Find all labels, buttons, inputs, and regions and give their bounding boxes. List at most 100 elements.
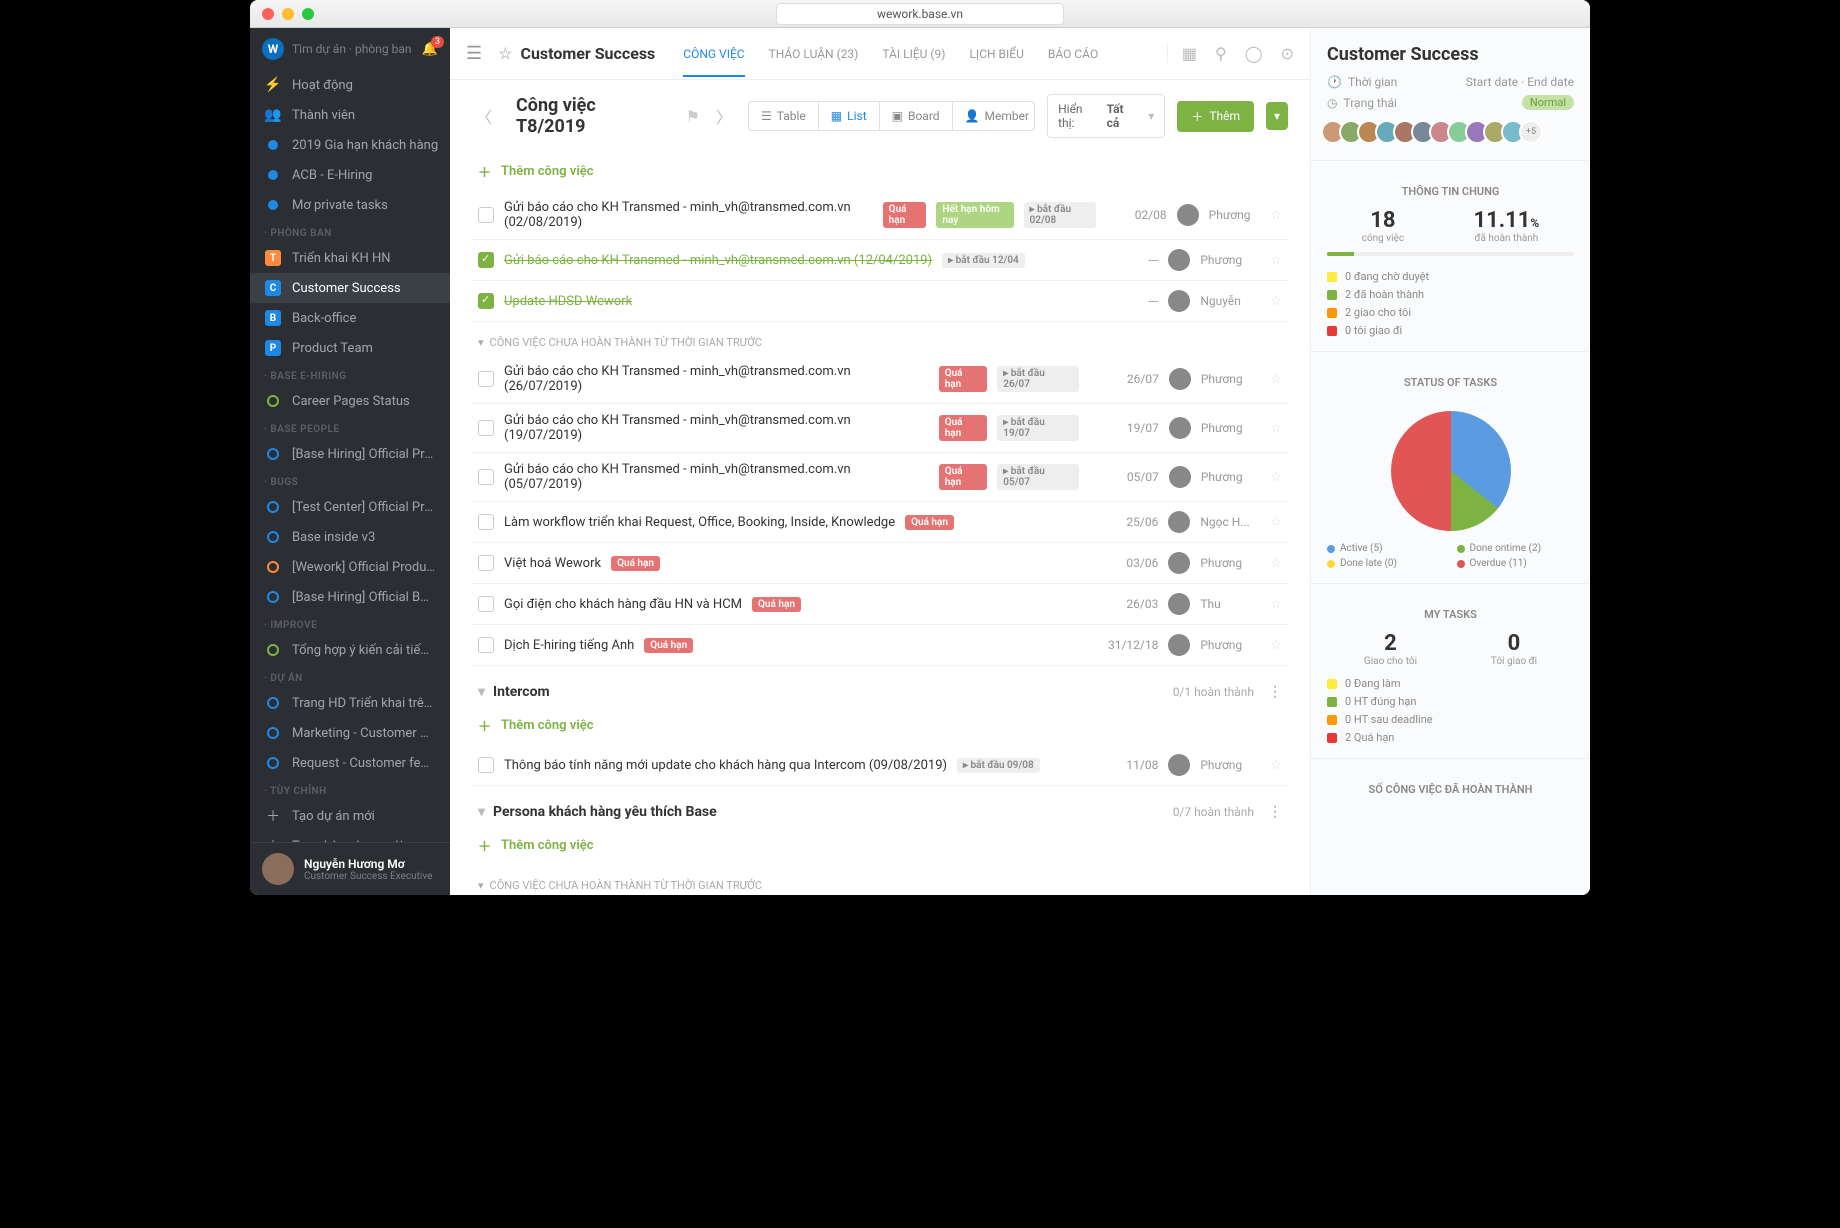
pie-legend-item: Done late (0) (1327, 558, 1445, 569)
header-tab[interactable]: TÀI LIỆU (9) (882, 31, 945, 77)
task-tag: Quá hạn (939, 464, 988, 490)
star-icon[interactable]: ☆ (1270, 421, 1282, 436)
app-logo[interactable]: W (262, 38, 284, 60)
sidebar-item[interactable]: 👥Thành viên (250, 100, 450, 130)
sidebar-item[interactable]: [Base Hiring] Official Produ... (250, 439, 450, 469)
sidebar-item[interactable]: ACB - E-Hiring (250, 160, 450, 190)
overdue-section-header: ▾ CÔNG VIỆC CHƯA HOÀN THÀNH TỪ THỜI GIAN… (472, 322, 1288, 355)
task-row[interactable]: Gửi báo cáo cho KH Transmed - minh_vh@tr… (472, 453, 1288, 502)
star-icon[interactable]: ☆ (1270, 597, 1282, 612)
sidebar-item[interactable]: ＋Tạo dự án mới (250, 801, 450, 831)
apps-icon[interactable]: ▦ (1167, 44, 1197, 63)
task-group-header[interactable]: ▾Persona khách hàng yêu thích Base0/7 ho… (472, 786, 1288, 826)
task-checkbox[interactable] (478, 371, 494, 387)
star-icon[interactable]: ☆ (1270, 253, 1282, 268)
task-checkbox[interactable] (478, 207, 494, 223)
location-icon[interactable]: ⊙ (1281, 44, 1294, 63)
task-row[interactable]: Gửi báo cáo cho KH Transmed - minh_vh@tr… (472, 240, 1288, 281)
add-dropdown-button[interactable]: ▾ (1266, 102, 1288, 130)
status-tasks-title: STATUS OF TASKS (1327, 366, 1574, 399)
help-icon[interactable]: ◯ (1245, 44, 1263, 63)
star-icon[interactable]: ☆ (1270, 294, 1282, 309)
task-row[interactable]: Gửi báo cáo cho KH Transmed - minh_vh@tr… (472, 191, 1288, 240)
prev-period-button[interactable]: 〈 (472, 100, 496, 132)
filter-dropdown[interactable]: Hiển thị: Tất cả ▾ (1047, 94, 1165, 138)
sidebar-item[interactable]: Base inside v3 (250, 522, 450, 552)
sidebar-item[interactable]: [Base Hiring] Official Bug H... (250, 582, 450, 612)
task-date: 25/06 (1088, 515, 1158, 529)
star-icon[interactable]: ☆ (1270, 556, 1282, 571)
task-checkbox[interactable] (478, 757, 494, 773)
flag-icon[interactable]: ⚑ (686, 107, 700, 126)
view-member[interactable]: 👤Member (953, 102, 1036, 130)
sidebar-item[interactable]: BBack-office (250, 303, 450, 333)
star-icon[interactable]: ☆ (1270, 638, 1282, 653)
task-row[interactable]: Việt hoá WeworkQuá hạn03/06Phương☆ (472, 543, 1288, 584)
next-period-button[interactable]: 〉 (712, 100, 736, 132)
add-task-button[interactable]: ＋Thêm công việc (472, 152, 1288, 191)
task-row[interactable]: Làm workflow triển khai Request, Office,… (472, 502, 1288, 543)
sidebar-item[interactable]: Marketing - Customer Succ... (250, 718, 450, 748)
task-row[interactable]: Gửi báo cáo cho KH Transmed - minh_vh@tr… (472, 404, 1288, 453)
sidebar-user[interactable]: Nguyễn Hương Mơ Customer Success Executi… (250, 842, 450, 895)
assignee-name: Phương (1200, 638, 1260, 652)
search-icon[interactable]: ⚲ (1215, 44, 1227, 63)
more-members[interactable]: +5 (1519, 120, 1543, 144)
maximize-window-icon[interactable] (302, 8, 314, 20)
sidebar-item[interactable]: Tổng hợp ý kiến cải tiến Ba... (250, 635, 450, 665)
header-tab[interactable]: THẢO LUẬN (23) (769, 31, 859, 77)
sidebar-item[interactable]: Mơ private tasks (250, 190, 450, 220)
task-checkbox[interactable] (478, 596, 494, 612)
task-checkbox[interactable] (478, 252, 494, 268)
star-icon[interactable]: ☆ (1270, 372, 1282, 387)
star-icon[interactable]: ☆ (1270, 208, 1282, 223)
header-tab[interactable]: LỊCH BIỂU (969, 31, 1023, 77)
star-icon[interactable]: ☆ (1270, 758, 1282, 773)
task-checkbox[interactable] (478, 469, 494, 485)
minimize-window-icon[interactable] (282, 8, 294, 20)
more-icon[interactable]: ⋮ (1268, 684, 1282, 700)
sidebar-search[interactable]: Tìm dự án · phòng ban (292, 42, 414, 56)
add-task-button[interactable]: ＋Thêm công việc (472, 706, 1288, 745)
task-row[interactable]: Thông báo tính năng mới update cho khách… (472, 745, 1288, 786)
view-table[interactable]: ☰Table (749, 102, 819, 130)
menu-icon[interactable]: ☰ (466, 43, 482, 64)
header-tab[interactable]: CÔNG VIỆC (683, 31, 744, 77)
task-row[interactable]: Gọi điện cho khách hàng đầu HN và HCMQuá… (472, 584, 1288, 625)
notifications-icon[interactable]: 🔔3 (422, 42, 438, 57)
task-group-header[interactable]: ▾Intercom0/1 hoàn thành⋮ (472, 666, 1288, 706)
task-row[interactable]: Dịch E-hiring tiếng AnhQuá hạn31/12/18Ph… (472, 625, 1288, 666)
star-icon[interactable]: ☆ (1270, 470, 1282, 485)
add-task-button[interactable]: ＋Thêm công việc (472, 826, 1288, 865)
add-button[interactable]: ＋ Thêm (1177, 101, 1254, 132)
sidebar-item[interactable]: ⚡Hoạt động (250, 70, 450, 100)
task-date: 02/08 (1106, 208, 1166, 222)
close-window-icon[interactable] (262, 8, 274, 20)
view-list[interactable]: ▦List (819, 102, 880, 130)
sidebar-item[interactable]: ＋Tạo phòng ban mới (250, 831, 450, 842)
sidebar-item[interactable]: [Wework] Official Product D... (250, 552, 450, 582)
more-icon[interactable]: ⋮ (1268, 804, 1282, 820)
task-row[interactable]: Gửi báo cáo cho KH Transmed - minh_vh@tr… (472, 355, 1288, 404)
task-checkbox[interactable] (478, 293, 494, 309)
sidebar-item[interactable]: [Test Center] Official Project (250, 492, 450, 522)
sidebar-item[interactable]: Request - Customer feedba... (250, 748, 450, 778)
sidebar-item[interactable]: PProduct Team (250, 333, 450, 363)
header-tab[interactable]: BÁO CÁO (1048, 31, 1098, 77)
task-checkbox[interactable] (478, 420, 494, 436)
sidebar-item[interactable]: 2019 Gia hạn khách hàng (250, 130, 450, 160)
star-icon[interactable]: ☆ (1270, 515, 1282, 530)
star-icon[interactable]: ☆ (498, 44, 512, 63)
task-row[interactable]: Update HDSD Wework---Nguyễn☆ (472, 281, 1288, 322)
view-board[interactable]: ▣Board (880, 102, 953, 130)
sidebar-item[interactable]: Career Pages Status (250, 386, 450, 416)
task-checkbox[interactable] (478, 555, 494, 571)
task-checkbox[interactable] (478, 514, 494, 530)
task-checkbox[interactable] (478, 637, 494, 653)
assignee-name: Thu (1200, 597, 1260, 611)
browser-url[interactable]: wework.base.vn (776, 3, 1064, 25)
sidebar-item[interactable]: CCustomer Success (250, 273, 450, 303)
sidebar-item[interactable]: TTriển khai KH HN (250, 243, 450, 273)
task-date: --- (1088, 253, 1158, 267)
sidebar-item[interactable]: Trang HD Triển khai trên W... (250, 688, 450, 718)
